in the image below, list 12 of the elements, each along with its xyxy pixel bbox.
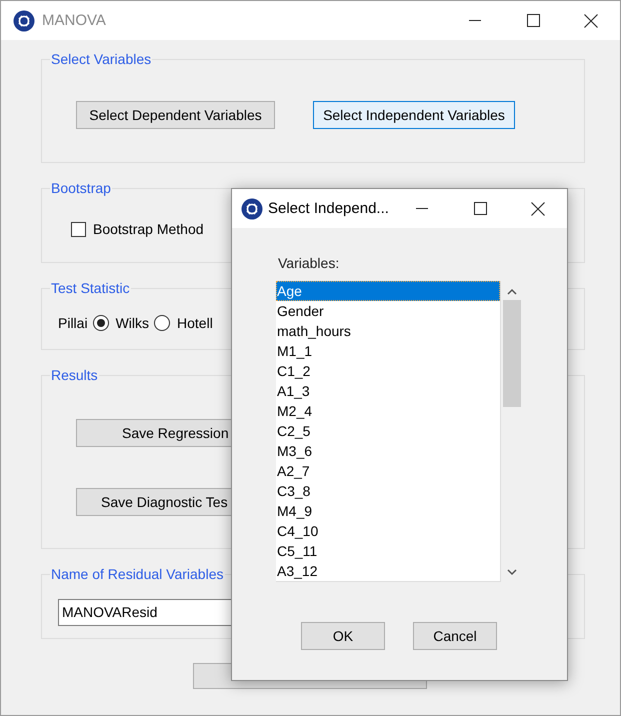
group-title: Results	[50, 367, 99, 383]
checkbox-label: Bootstrap Method	[93, 221, 204, 237]
group-title: Name of Residual Variables	[50, 566, 224, 582]
radio-label: Hotell	[177, 314, 213, 330]
group-title: Select Variables	[50, 51, 152, 67]
group-title: Test Statistic	[50, 280, 131, 296]
group-title: Bootstrap	[50, 180, 112, 196]
list-label: Variables:	[278, 255, 340, 272]
radio-label: Pillai	[58, 314, 88, 330]
window-title: MANOVA	[42, 12, 106, 29]
dialog-title: Select Independ...	[268, 200, 389, 217]
radio-label: Wilks	[116, 314, 150, 330]
